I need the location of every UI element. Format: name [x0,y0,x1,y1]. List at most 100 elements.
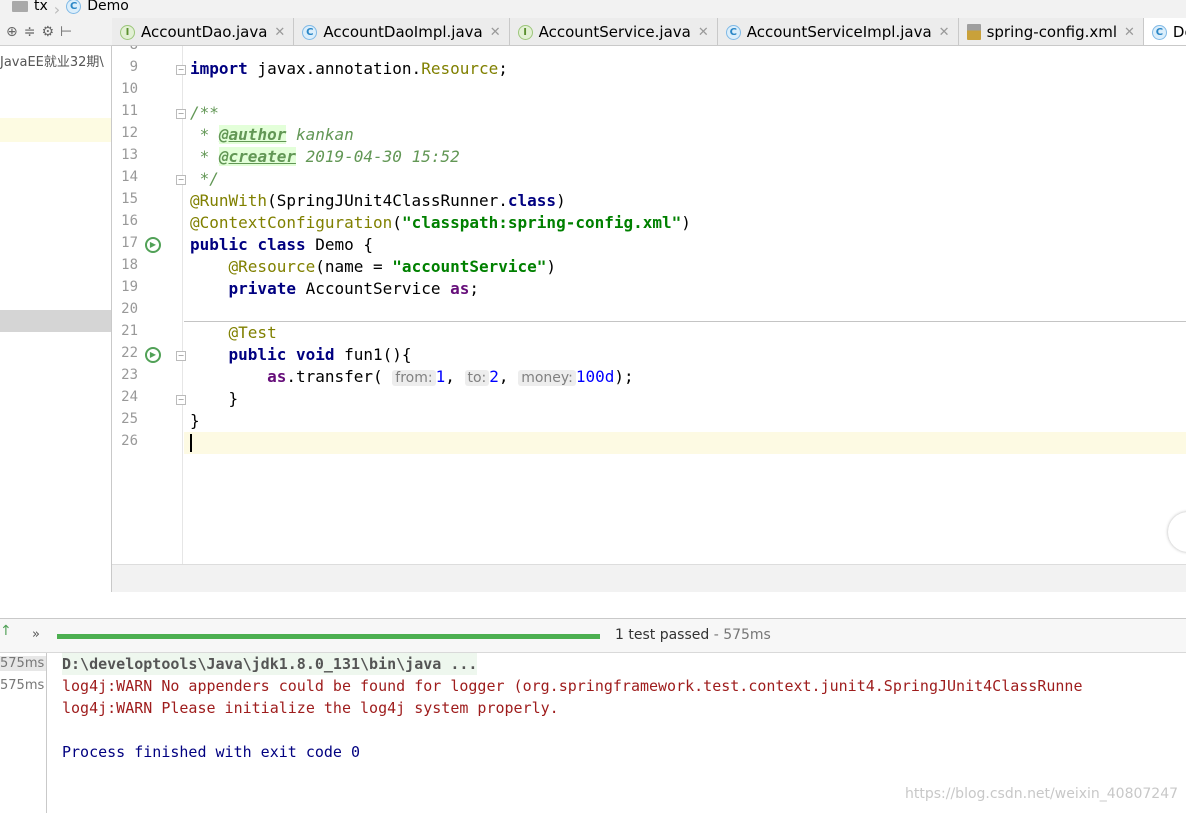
tab-label: AccountDaoImpl.java [323,23,483,41]
code-line-16: @ContextConfiguration("classpath:spring-… [190,213,691,232]
fold-marker-icon[interactable]: − [176,351,186,361]
tab-label: AccountService.java [538,23,691,41]
breadcrumb: tx › C Demo [0,0,1186,18]
tab-label: AccountDao.java [141,23,268,41]
console-exit-message: Process finished with exit code 0 [62,743,361,761]
code-line-13: * @creater 2019-04-30 15:52 [190,147,460,166]
close-icon[interactable]: ✕ [1124,25,1135,40]
line-number: 16 [121,213,138,229]
line-number: 8 [112,46,138,53]
fold-marker-icon[interactable]: − [176,109,186,119]
collapse-icon[interactable]: ≑ [24,24,36,40]
line-number: 22 [121,345,138,361]
run-toolbar: ↑ » 1 test passed - 575ms [0,619,1186,653]
close-icon[interactable]: ✕ [490,25,501,40]
code-line-17: public class Demo { [190,235,374,254]
line-number: 9 [129,59,138,75]
code-line-18: @Resource(name = "accountService") [228,257,557,276]
test-status: 1 test passed - 575ms [615,627,771,643]
line-number: 17 [121,235,138,251]
class-icon: C [1151,24,1167,40]
console-command: D:\developtools\Java\jdk1.8.0_131\bin\ja… [62,653,478,675]
hide-panel-icon[interactable]: ⊢ [60,24,72,40]
breadcrumb-item-tx[interactable]: tx [0,0,48,15]
editor-footer [112,564,1186,592]
test-progress-bar [57,634,600,639]
line-number: 19 [121,279,138,295]
test-tree-item-time[interactable]: 575ms [0,678,44,693]
fold-marker-icon[interactable]: − [176,65,186,75]
watermark: https://blog.csdn.net/weixin_40807247 [905,786,1179,802]
line-number: 23 [121,367,138,383]
line-number: 26 [121,433,138,449]
line-number: 10 [121,81,138,97]
code-line-12: * @author kankan [190,125,354,144]
tab-accountdaoimpl[interactable]: C AccountDaoImpl.java ✕ [294,18,510,45]
ide-window: tx › C Demo ⊕ ≑ ⚙ ⊢ I AccountDao.java ✕ … [0,0,1186,813]
tab-accountserviceimpl[interactable]: C AccountServiceImpl.java ✕ [718,18,959,45]
close-icon[interactable]: ✕ [698,25,709,40]
rerun-icon[interactable]: ↑ [0,623,12,639]
line-number: 12 [121,125,138,141]
test-tree-item-time[interactable]: 575ms [0,656,46,671]
line-number: 13 [121,147,138,163]
code-line-14: */ [190,169,219,188]
close-icon[interactable]: ✕ [274,25,285,40]
tab-label: AccountServiceImpl.java [746,23,932,41]
line-number: 11 [121,103,138,119]
tab-accountdao[interactable]: I AccountDao.java ✕ [112,18,295,45]
line-number: 20 [121,301,138,317]
project-toolbar: ⊕ ≑ ⚙ ⊢ [0,18,112,46]
project-name[interactable]: JavaEE就业32期\ [0,51,104,70]
tab-spring-config[interactable]: spring-config.xml ✕ [959,18,1144,45]
method-separator [184,321,1186,322]
run-test-class-icon[interactable]: ▶ [145,237,161,253]
xml-file-icon [966,24,981,40]
editor-tabs: I AccountDao.java ✕ C AccountDaoImpl.jav… [112,18,1186,46]
param-hint: to: [464,370,490,386]
run-test-method-icon[interactable]: ▶ [145,347,161,363]
param-hint: from: [392,370,436,386]
code-line-25: } [190,411,200,430]
code-line-21: @Test [228,323,277,342]
code-line-24: } [228,389,239,408]
class-icon: C [725,24,741,40]
test-tree[interactable]: 575ms 575ms [0,653,47,813]
code-line-15: @RunWith(SpringJUnit4ClassRunner.class) [190,191,566,210]
target-icon[interactable]: ⊕ [6,24,18,40]
chevron-right-icon: › [53,0,61,18]
tab-demo[interactable]: C Der [1143,18,1186,45]
console-warning: log4j:WARN Please initialize the log4j s… [62,699,559,717]
tab-label: spring-config.xml [986,23,1118,41]
interface-icon: I [120,24,135,40]
code-editor[interactable]: 8 9 10 11 12 13 14 15 16 17 18 19 20 21 … [112,46,1186,592]
tab-accountservice[interactable]: I AccountService.java ✕ [510,18,718,45]
breadcrumb-label: Demo [87,0,129,14]
floating-action-button[interactable] [1168,512,1186,552]
project-row-highlight [0,118,111,142]
current-line-highlight [184,432,1186,454]
breadcrumb-item-demo[interactable]: C Demo [66,0,129,15]
code-line-11: /** [190,103,219,122]
line-number: 24 [121,389,138,405]
gear-icon[interactable]: ⚙ [41,24,54,40]
class-icon: C [66,0,82,14]
line-number: 18 [121,257,138,273]
code-line-22: public void fun1(){ [228,345,412,364]
line-number: 25 [121,411,138,427]
tab-label: Der [1172,23,1186,41]
project-row-selected[interactable] [0,310,111,332]
interface-icon: I [517,24,533,40]
console-warning: log4j:WARN No appenders could be found f… [62,677,1083,695]
class-icon: C [302,24,318,40]
param-hint: money: [518,370,576,386]
close-icon[interactable]: ✕ [939,25,950,40]
text-caret [190,434,192,452]
fold-marker-icon[interactable]: − [176,395,186,405]
run-panel: ↑ » 1 test passed - 575ms 575ms 575ms D:… [0,618,1186,813]
line-number: 14 [121,169,138,185]
project-panel: JavaEE就业32期\ [0,46,112,592]
code-line-23: as.transfer( from: 1, to: 2, money: 100d); [267,367,634,386]
more-icon[interactable]: » [32,627,40,642]
fold-marker-icon[interactable]: − [176,175,186,185]
